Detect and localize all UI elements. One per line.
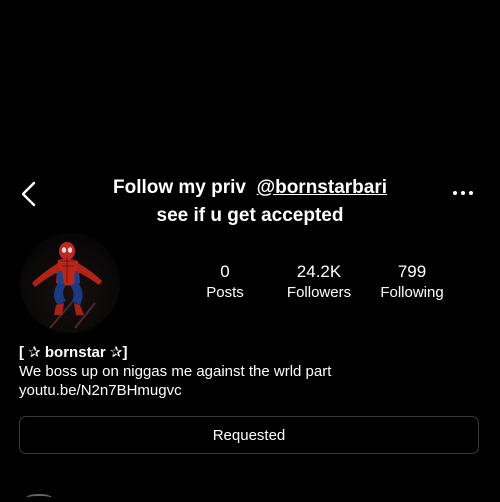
- profile-stats: 0 Posts 24.2K Followers 799 Following: [0, 262, 500, 306]
- followers-stat[interactable]: 24.2K Followers: [279, 262, 359, 303]
- following-count: 799: [397, 262, 427, 281]
- partial-bottom-element: [26, 494, 52, 502]
- overlay-caption: Follow my priv @bornstarbari see if u ge…: [0, 174, 500, 230]
- overlay-line-2: see if u get accepted: [156, 205, 344, 226]
- overlay-line-1: Follow my priv @bornstarbari: [0, 174, 500, 202]
- posts-stat[interactable]: 0 Posts: [195, 262, 255, 303]
- bio-link[interactable]: youtu.be/N2n7BHmugvc: [19, 381, 489, 400]
- profile-bio: [ ✰ bornstar ✰] We boss up on niggas me …: [19, 343, 489, 400]
- overlay-line-1-prefix: Follow my priv: [112, 177, 257, 198]
- following-label: Following: [380, 284, 444, 301]
- more-options-button[interactable]: [452, 186, 474, 200]
- profile-name: [ ✰ bornstar ✰]: [19, 344, 128, 361]
- following-stat[interactable]: 799 Following: [372, 262, 452, 303]
- ellipsis-icon: [453, 191, 473, 195]
- overlay-handle-link[interactable]: @bornstarbari: [257, 177, 387, 198]
- posts-label: Posts: [206, 284, 244, 301]
- followers-count: 24.2K: [296, 262, 342, 281]
- requested-button[interactable]: Requested: [19, 416, 479, 454]
- posts-count: 0: [220, 262, 230, 281]
- followers-label: Followers: [286, 284, 352, 301]
- bio-text: We boss up on niggas me against the wrld…: [19, 363, 332, 380]
